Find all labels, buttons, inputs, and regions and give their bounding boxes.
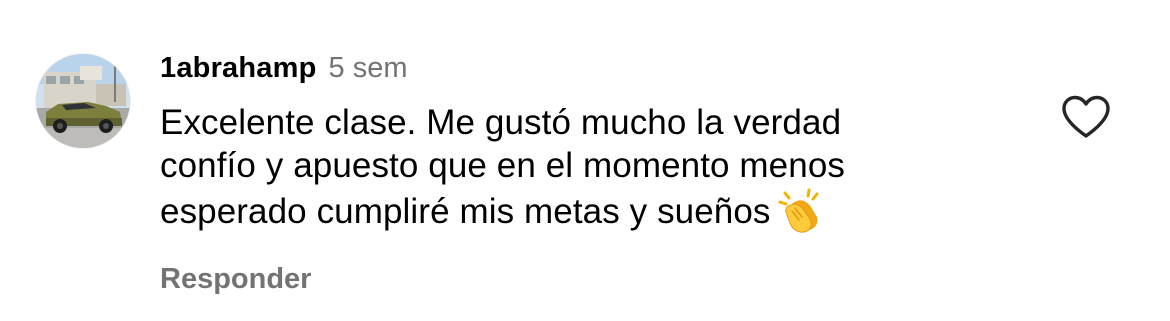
- avatar-image: [36, 54, 130, 148]
- reply-button[interactable]: Responder: [160, 263, 311, 296]
- comment: 1abrahamp 5 sem Excelente clase. Me gust…: [0, 0, 1170, 321]
- username[interactable]: 1abrahamp: [160, 52, 317, 85]
- heart-outline-icon: [1062, 95, 1110, 138]
- avatar[interactable]: [36, 54, 130, 148]
- clapping-hands-emoji: [777, 187, 823, 233]
- comment-text-line: esperado cumpliré mis metas y sueños: [160, 187, 1040, 233]
- comment-text-line: confío y apuesto que en el momento menos: [160, 146, 845, 185]
- like-button[interactable]: [1060, 94, 1112, 140]
- timestamp: 5 sem: [328, 52, 408, 84]
- comment-header: 1abrahamp 5 sem: [160, 52, 408, 92]
- comment-text-line: Excelente clase. Me gustó mucho la verda…: [160, 103, 842, 142]
- comment-text: Excelente clase. Me gustó mucho la verda…: [160, 101, 1040, 233]
- comment-text-line-content: esperado cumpliré mis metas y sueños: [160, 192, 771, 231]
